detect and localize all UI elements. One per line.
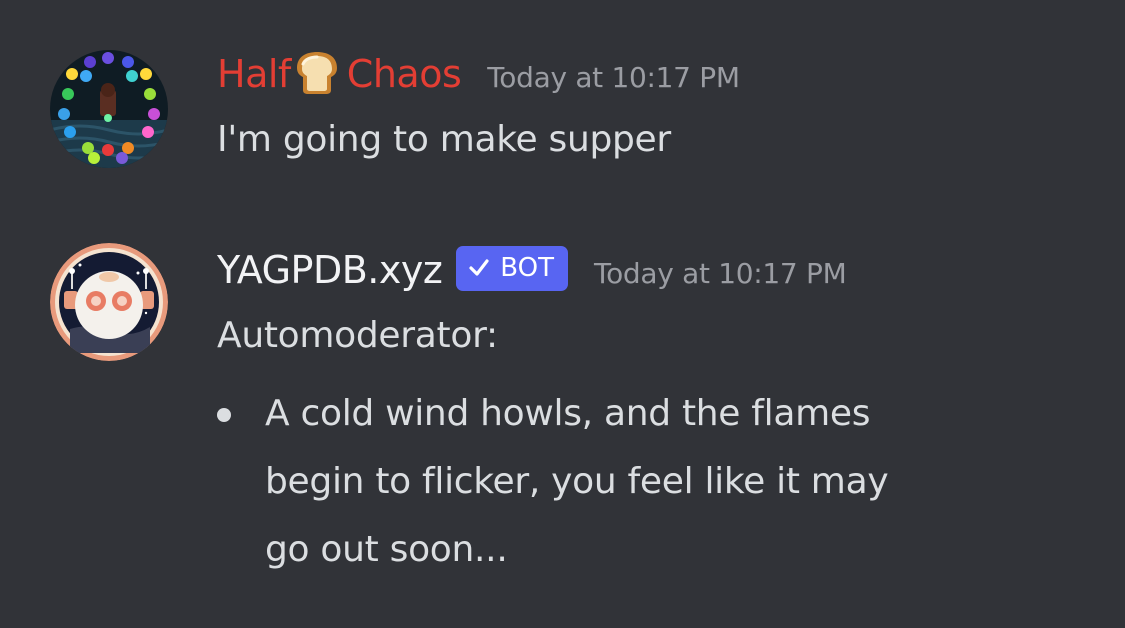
- username-part1: Half: [217, 51, 291, 96]
- bot-badge: BOT: [456, 245, 569, 291]
- bot-badge-label: BOT: [500, 253, 555, 283]
- bullet-list: A cold wind howls, and the flames begin …: [217, 380, 1005, 584]
- message-text: I'm going to make supper: [217, 119, 671, 160]
- bullet-line-2: begin to flicker, you feel like it may: [265, 461, 889, 502]
- checkmark-icon: [469, 259, 489, 276]
- timestamp: Today at 10:17 PM: [487, 60, 740, 94]
- message-header: YAGPDB.xyz BOT Today at 10:17 PM: [217, 242, 847, 298]
- bot-username[interactable]: YAGPDB.xyz: [217, 242, 443, 298]
- bot-avatar[interactable]: [50, 243, 168, 361]
- bullet-line-3: go out soon...: [265, 529, 508, 570]
- bread-emoji-icon: [296, 52, 337, 95]
- bullet-line-1: A cold wind howls, and the flames: [265, 393, 871, 434]
- message-header: Half Chaos Today at 10:17 PM: [217, 46, 740, 102]
- username[interactable]: Half Chaos: [217, 46, 462, 103]
- list-item: A cold wind howls, and the flames begin …: [217, 380, 1005, 584]
- username-part2: Chaos: [346, 51, 462, 96]
- message-text: Automoderator:: [217, 315, 498, 356]
- timestamp: Today at 10:17 PM: [594, 256, 847, 290]
- user-avatar[interactable]: [50, 50, 168, 168]
- bullet-dot-icon: [217, 408, 231, 422]
